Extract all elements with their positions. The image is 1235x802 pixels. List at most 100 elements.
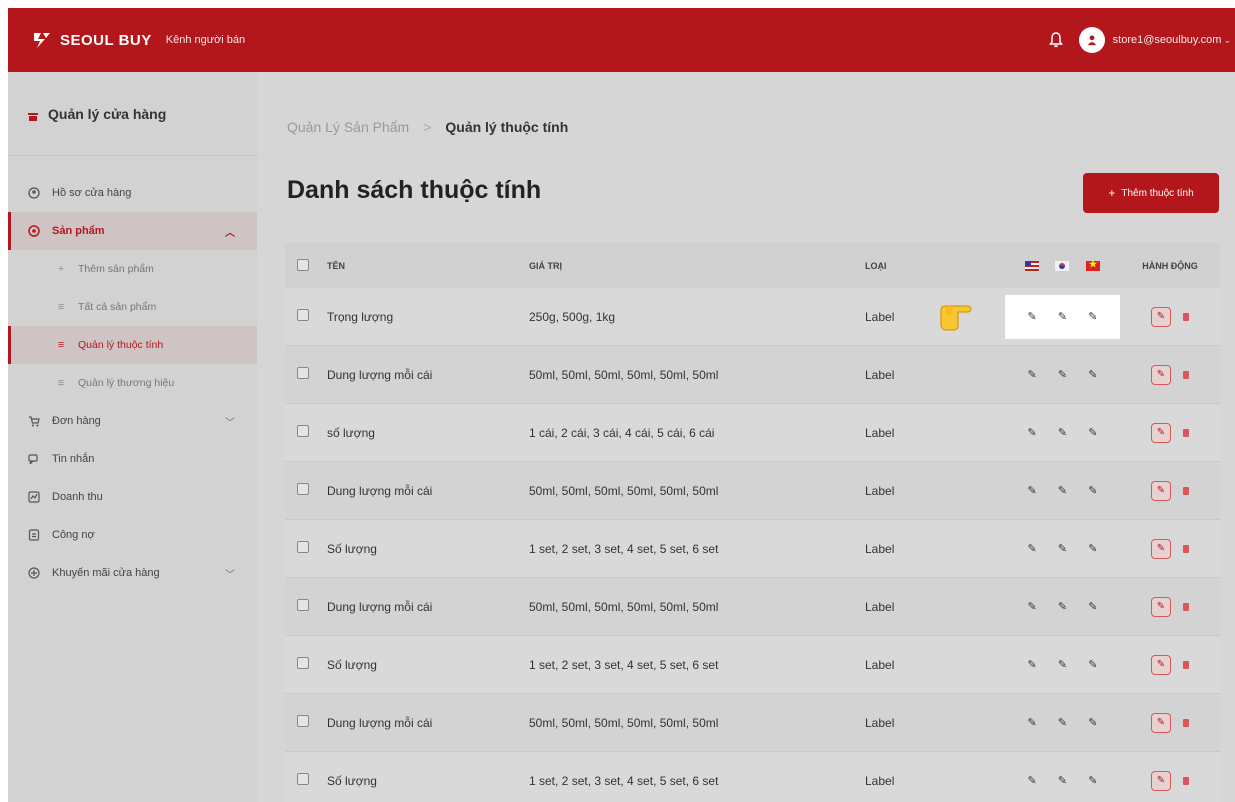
add-attribute-button[interactable]: + Thêm thuộc tính xyxy=(1083,173,1219,213)
delete-icon[interactable] xyxy=(1183,370,1189,379)
chevron-down-icon[interactable]: ⌄ xyxy=(1223,35,1231,46)
delete-icon[interactable] xyxy=(1183,428,1189,437)
pencil-icon: ✎ xyxy=(1156,311,1166,322)
attribute-values: 1 set, 2 set, 3 set, 4 set, 5 set, 6 set xyxy=(529,657,719,672)
sidebar-subitem-label: Quản lý thương hiệu xyxy=(78,377,175,389)
sidebar-subitem-all-products[interactable]: ≡ Tất cả sản phẩm xyxy=(8,288,257,326)
translation-edit-group: ✎ ✎ ✎ xyxy=(1005,542,1120,555)
row-checkbox[interactable] xyxy=(297,425,309,437)
edit-vi-icon[interactable]: ✎ xyxy=(1088,426,1097,439)
add-attribute-label: Thêm thuộc tính xyxy=(1121,187,1194,199)
edit-vi-icon[interactable]: ✎ xyxy=(1088,484,1097,497)
edit-en-icon[interactable]: ✎ xyxy=(1028,368,1037,381)
edit-en-icon[interactable]: ✎ xyxy=(1028,542,1037,555)
delete-icon[interactable] xyxy=(1183,660,1189,669)
main-content: Quản Lý Sản Phẩm > Quản lý thuộc tính Da… xyxy=(257,72,1235,802)
edit-vi-icon[interactable]: ✎ xyxy=(1088,310,1097,323)
delete-icon[interactable] xyxy=(1183,486,1189,495)
pencil-icon: ✎ xyxy=(1156,601,1166,612)
store-profile-icon xyxy=(28,187,40,199)
breadcrumb-parent[interactable]: Quản Lý Sản Phẩm xyxy=(287,119,409,135)
logo-icon xyxy=(32,30,52,50)
sidebar-item-messages[interactable]: Tin nhắn xyxy=(8,440,257,478)
sidebar-subitem-attributes[interactable]: ≡ Quản lý thuộc tính xyxy=(8,326,257,364)
sidebar-subitem-add-product[interactable]: + Thêm sản phẩm xyxy=(8,250,257,288)
row-checkbox[interactable] xyxy=(297,483,309,495)
edit-vi-icon[interactable]: ✎ xyxy=(1088,774,1097,787)
sidebar-item-orders[interactable]: Đơn hàng ﹀ xyxy=(8,402,257,440)
edit-button[interactable]: ✎ xyxy=(1151,654,1171,675)
attribute-name: số lượng xyxy=(327,425,375,440)
row-checkbox[interactable] xyxy=(297,657,309,669)
column-header-actions: HÀNH ĐỘNG xyxy=(1142,260,1198,271)
row-checkbox[interactable] xyxy=(297,367,309,379)
sidebar: Quản lý cửa hàng Hồ sơ cửa hàng Sản phẩm… xyxy=(8,72,257,802)
edit-button[interactable]: ✎ xyxy=(1151,480,1171,501)
edit-button[interactable]: ✎ xyxy=(1151,596,1171,617)
attribute-values: 50ml, 50ml, 50ml, 50ml, 50ml, 50ml xyxy=(529,599,719,614)
edit-vi-icon[interactable]: ✎ xyxy=(1088,542,1097,555)
logo[interactable]: SEOUL BUY Kênh người bán xyxy=(32,30,245,50)
sidebar-subitem-brands[interactable]: ≡ Quản lý thương hiệu xyxy=(8,364,257,402)
row-actions: ✎ xyxy=(1120,596,1220,617)
translation-edit-group: ✎ ✎ ✎ xyxy=(1005,294,1120,339)
table-row: Số lượng 1 set, 2 set, 3 set, 4 set, 5 se… xyxy=(285,636,1220,694)
edit-button[interactable]: ✎ xyxy=(1151,538,1171,559)
delete-icon[interactable] xyxy=(1183,776,1189,785)
sidebar-item-products[interactable]: Sản phẩm ︿ xyxy=(8,212,257,250)
column-header-name: TÊN xyxy=(327,260,345,271)
delete-icon[interactable] xyxy=(1183,312,1189,321)
edit-button[interactable]: ✎ xyxy=(1151,306,1171,327)
edit-en-icon[interactable]: ✎ xyxy=(1028,484,1037,497)
edit-en-icon[interactable]: ✎ xyxy=(1028,426,1037,439)
edit-ko-icon[interactable]: ✎ xyxy=(1058,658,1067,671)
edit-ko-icon[interactable]: ✎ xyxy=(1058,600,1067,613)
edit-vi-icon[interactable]: ✎ xyxy=(1088,368,1097,381)
edit-ko-icon[interactable]: ✎ xyxy=(1058,716,1067,729)
edit-en-icon[interactable]: ✎ xyxy=(1028,716,1037,729)
plus-icon: + xyxy=(58,263,65,275)
translation-edit-group: ✎ ✎ ✎ xyxy=(1005,774,1120,787)
edit-vi-icon[interactable]: ✎ xyxy=(1088,658,1097,671)
edit-en-icon[interactable]: ✎ xyxy=(1028,600,1037,613)
sidebar-item-promotions[interactable]: Khuyến mãi cửa hàng ﹀ xyxy=(8,554,257,592)
delete-icon[interactable] xyxy=(1183,544,1189,553)
app-frame: SEOUL BUY Kênh người bán store1@seoulbuy… xyxy=(8,8,1235,802)
row-checkbox[interactable] xyxy=(297,309,309,321)
sidebar-item-store-profile[interactable]: Hồ sơ cửa hàng xyxy=(8,174,257,212)
select-all-checkbox[interactable] xyxy=(297,258,309,271)
row-checkbox[interactable] xyxy=(297,599,309,611)
edit-ko-icon[interactable]: ✎ xyxy=(1058,368,1067,381)
row-checkbox[interactable] xyxy=(297,773,309,785)
edit-ko-icon[interactable]: ✎ xyxy=(1058,426,1067,439)
cart-icon xyxy=(28,415,40,427)
avatar[interactable] xyxy=(1078,27,1105,53)
row-checkbox[interactable] xyxy=(297,715,309,727)
sidebar-item-debt[interactable]: Công nợ xyxy=(8,516,257,554)
pencil-icon: ✎ xyxy=(1156,485,1166,496)
edit-en-icon[interactable]: ✎ xyxy=(1028,774,1037,787)
edit-vi-icon[interactable]: ✎ xyxy=(1088,716,1097,729)
sidebar-subitem-label: Quản lý thuộc tính xyxy=(78,339,164,351)
bell-icon[interactable] xyxy=(1047,31,1065,49)
edit-button[interactable]: ✎ xyxy=(1151,712,1171,733)
delete-icon[interactable] xyxy=(1183,602,1189,611)
user-email[interactable]: store1@seoulbuy.com xyxy=(1113,34,1222,46)
edit-button[interactable]: ✎ xyxy=(1151,422,1171,443)
column-header-languages xyxy=(1005,259,1120,271)
edit-button[interactable]: ✎ xyxy=(1151,770,1171,791)
sidebar-item-revenue[interactable]: Doanh thu xyxy=(8,478,257,516)
edit-ko-icon[interactable]: ✎ xyxy=(1058,542,1067,555)
edit-ko-icon[interactable]: ✎ xyxy=(1058,310,1067,323)
edit-ko-icon[interactable]: ✎ xyxy=(1058,774,1067,787)
attribute-type: Label xyxy=(865,309,895,324)
row-checkbox[interactable] xyxy=(297,541,309,553)
edit-ko-icon[interactable]: ✎ xyxy=(1058,484,1067,497)
edit-button[interactable]: ✎ xyxy=(1151,364,1171,385)
attribute-type: Label xyxy=(865,599,895,614)
row-actions: ✎ xyxy=(1120,712,1220,733)
edit-en-icon[interactable]: ✎ xyxy=(1028,658,1037,671)
edit-en-icon[interactable]: ✎ xyxy=(1028,310,1037,323)
delete-icon[interactable] xyxy=(1183,718,1189,727)
edit-vi-icon[interactable]: ✎ xyxy=(1088,600,1097,613)
